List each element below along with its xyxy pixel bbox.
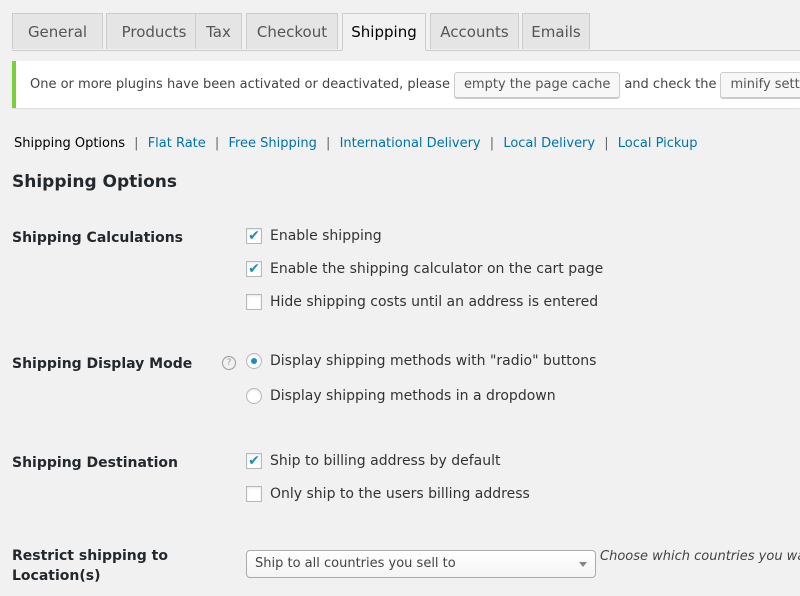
- enable-shipping-checkbox[interactable]: ✔ Enable shipping: [246, 228, 382, 244]
- checkbox-checked-icon: ✔: [246, 261, 262, 277]
- option-label: Enable the shipping calculator on the ca…: [270, 261, 604, 277]
- empty-cache-button[interactable]: empty the page cache: [453, 71, 621, 98]
- shipping-subnav: Shipping Options | Flat Rate | Free Ship…: [14, 136, 698, 151]
- help-tip-icon[interactable]: ?: [222, 356, 236, 370]
- notice-text-before: One or more plugins have been activated …: [30, 77, 450, 92]
- option-label: Enable shipping: [270, 228, 382, 244]
- settings-tabs: General Products Tax Checkout Shipping A…: [12, 13, 800, 51]
- tab-checkout[interactable]: Checkout: [246, 13, 338, 49]
- subnav-international-delivery[interactable]: International Delivery: [340, 136, 481, 151]
- tab-shipping[interactable]: Shipping: [342, 13, 426, 51]
- checkbox-unchecked-icon: [246, 294, 262, 310]
- section-title: Shipping Options: [12, 172, 178, 192]
- tab-accounts[interactable]: Accounts: [430, 13, 519, 49]
- chevron-down-icon: [579, 562, 587, 567]
- restrict-description: Choose which countries you want to: [600, 549, 800, 564]
- minify-settings-button[interactable]: minify settings: [720, 71, 800, 98]
- display-radio-option[interactable]: Display shipping methods with "radio" bu…: [246, 353, 596, 369]
- subnav-separator: |: [134, 136, 139, 151]
- option-label: Display shipping methods in a dropdown: [270, 388, 556, 404]
- checkbox-unchecked-icon: [246, 486, 262, 502]
- subnav-local-pickup[interactable]: Local Pickup: [618, 136, 698, 151]
- tab-emails[interactable]: Emails: [522, 13, 590, 49]
- hide-costs-checkbox[interactable]: Hide shipping costs until an address is …: [246, 294, 598, 310]
- shipping-display-mode-label: Shipping Display Mode: [12, 356, 193, 372]
- restrict-shipping-label: Restrict shipping to Location(s): [12, 548, 168, 584]
- tab-products[interactable]: Products: [106, 13, 202, 49]
- checkbox-checked-icon: ✔: [246, 228, 262, 244]
- subnav-free-shipping[interactable]: Free Shipping: [228, 136, 316, 151]
- subnav-separator: |: [214, 136, 220, 151]
- only-billing-checkbox[interactable]: Only ship to the users billing address: [246, 486, 530, 502]
- tab-tax[interactable]: Tax: [195, 13, 242, 49]
- ship-to-billing-checkbox[interactable]: ✔ Ship to billing address by default: [246, 453, 500, 469]
- restrict-location-select[interactable]: Ship to all countries you sell to: [246, 550, 596, 578]
- subnav-separator: |: [489, 136, 495, 151]
- checkbox-checked-icon: ✔: [246, 453, 262, 469]
- shipping-calculations-label: Shipping Calculations: [12, 230, 183, 246]
- enable-calculator-checkbox[interactable]: ✔ Enable the shipping calculator on the …: [246, 261, 603, 277]
- subnav-separator: |: [326, 136, 331, 151]
- radio-selected-icon: [246, 353, 262, 369]
- subnav-separator: |: [604, 136, 609, 151]
- notice-text-middle: and check the: [624, 77, 717, 92]
- option-label: Ship to billing address by default: [270, 453, 501, 469]
- select-value: Ship to all countries you sell to: [255, 556, 456, 571]
- subnav-current: Shipping Options: [14, 136, 126, 151]
- display-dropdown-option[interactable]: Display shipping methods in a dropdown: [246, 388, 556, 404]
- shipping-destination-label: Shipping Destination: [12, 455, 178, 471]
- option-label: Only ship to the users billing address: [270, 486, 530, 502]
- subnav-local-delivery[interactable]: Local Delivery: [503, 136, 595, 151]
- plugin-notice: One or more plugins have been activated …: [12, 61, 800, 108]
- radio-unselected-icon: [246, 388, 262, 404]
- subnav-flat-rate[interactable]: Flat Rate: [148, 136, 206, 151]
- option-label: Hide shipping costs until an address is …: [270, 294, 599, 310]
- option-label: Display shipping methods with "radio" bu…: [270, 353, 597, 369]
- tab-general[interactable]: General: [12, 13, 103, 49]
